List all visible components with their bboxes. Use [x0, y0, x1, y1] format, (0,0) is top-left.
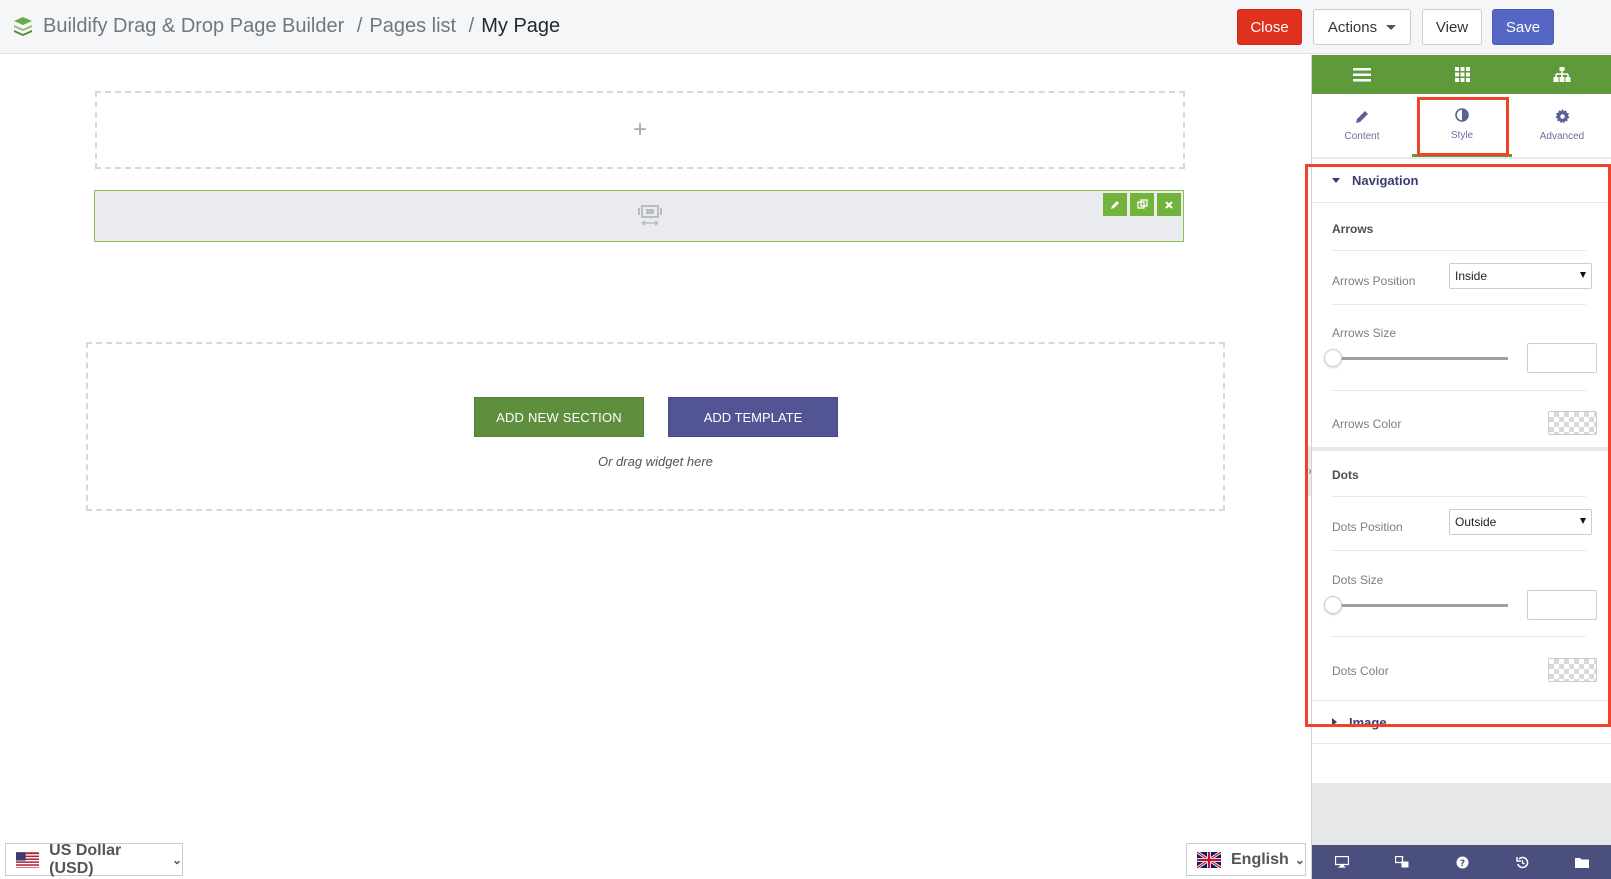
gear-icon: [1554, 109, 1570, 124]
pencil-icon: [1111, 200, 1119, 209]
tab-content-label: Content: [1344, 131, 1380, 142]
menu-button[interactable]: [1312, 55, 1412, 94]
question-circle-icon: ?: [1456, 856, 1468, 869]
close-button-label: Close: [1250, 18, 1289, 36]
language-label: English: [1231, 850, 1289, 868]
add-template-button[interactable]: ADD TEMPLATE: [668, 397, 838, 437]
translate-icon: [1395, 856, 1409, 868]
widgets-button[interactable]: [1412, 55, 1512, 94]
breadcrumb-pages-list[interactable]: Pages list: [369, 15, 456, 37]
style-tab-highlight: [1417, 97, 1509, 156]
us-flag-icon: [16, 851, 40, 868]
view-button[interactable]: View: [1422, 9, 1482, 45]
folder-button[interactable]: [1552, 845, 1611, 879]
history-icon: [1515, 856, 1528, 868]
plus-icon: +: [632, 116, 647, 143]
panel-footer: ?: [1312, 845, 1611, 879]
chevron-down-icon: ⌄: [1294, 852, 1305, 867]
chevron-down-icon: ⌄: [171, 852, 182, 867]
duplicate-section-button[interactable]: [1130, 193, 1154, 216]
drag-widget-hint: Or drag widget here: [598, 454, 713, 469]
svg-text:?: ?: [1459, 859, 1464, 869]
actions-button-label: Actions: [1327, 18, 1378, 36]
add-new-section-button[interactable]: ADD NEW SECTION: [474, 397, 644, 437]
navigation-controls-highlight: [1305, 164, 1611, 727]
add-template-label: ADD TEMPLATE: [703, 409, 803, 425]
panel-header: [1312, 55, 1611, 94]
folder-icon: [1575, 858, 1589, 868]
add-section-placeholder[interactable]: +: [95, 91, 1185, 169]
sitemap-icon: [1553, 66, 1571, 82]
tab-content[interactable]: Content: [1312, 94, 1412, 157]
grid-icon: [1454, 67, 1470, 82]
tab-advanced[interactable]: Advanced: [1512, 94, 1611, 157]
hamburger-icon: [1353, 67, 1371, 81]
slider-placeholder-icon: [638, 205, 662, 226]
layers-logo-icon: [14, 17, 32, 36]
pencil-icon: [1355, 109, 1369, 124]
top-bar: Buildify Drag & Drop Page Builder / Pages…: [0, 0, 1611, 54]
empty-section[interactable]: [94, 190, 1184, 242]
section-toolbar: [1100, 193, 1181, 216]
close-button[interactable]: Close: [1237, 9, 1302, 45]
currency-selector[interactable]: US Dollar (USD) ⌄: [5, 841, 183, 877]
breadcrumb: Buildify Drag & Drop Page Builder / Pages…: [43, 15, 560, 38]
currency-label: US Dollar (USD): [49, 841, 122, 877]
save-button-label: Save: [1505, 18, 1541, 36]
breadcrumb-separator: /: [468, 15, 475, 37]
close-icon: [1165, 200, 1173, 209]
navigator-button[interactable]: [1512, 55, 1611, 94]
edit-section-button[interactable]: [1103, 193, 1127, 216]
desktop-icon: [1335, 856, 1349, 868]
add-new-section-label: ADD NEW SECTION: [496, 409, 622, 425]
breadcrumb-separator: /: [356, 15, 363, 37]
responsive-mode-button[interactable]: [1312, 845, 1372, 879]
copy-icon: [1136, 199, 1148, 209]
tab-advanced-label: Advanced: [1539, 131, 1585, 142]
remove-section-button[interactable]: [1157, 193, 1181, 216]
language-selector[interactable]: English ⌄: [1186, 843, 1306, 876]
help-button[interactable]: ?: [1432, 845, 1492, 879]
widget-drop-area[interactable]: [86, 342, 1225, 511]
breadcrumb-app[interactable]: Buildify Drag & Drop Page Builder: [43, 15, 344, 37]
save-button[interactable]: Save: [1492, 9, 1554, 45]
uk-flag-icon: [1197, 851, 1221, 868]
language-switch-button[interactable]: [1372, 845, 1432, 879]
history-button[interactable]: [1492, 845, 1552, 879]
view-button-label: View: [1435, 18, 1469, 36]
caret-down-icon: [1386, 24, 1397, 30]
breadcrumb-current-page: My Page: [481, 15, 561, 37]
actions-dropdown-button[interactable]: Actions: [1313, 9, 1411, 45]
